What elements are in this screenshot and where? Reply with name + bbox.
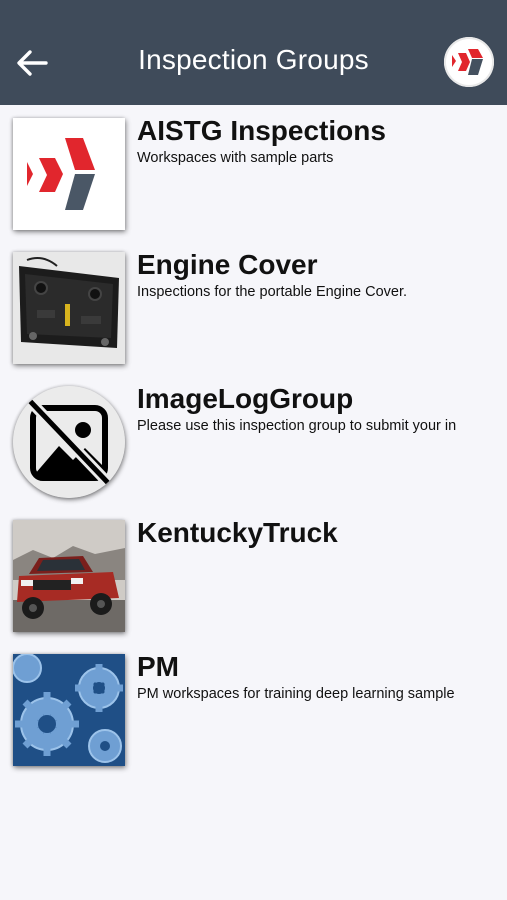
red-pickup-truck-photo: [13, 520, 125, 632]
list-item-kentuckytruck[interactable]: KentuckyTruck: [0, 507, 507, 632]
brand-logo-thumbnail: [13, 118, 125, 230]
group-description: Please use this inspection group to subm…: [137, 418, 457, 434]
group-name: PM: [137, 651, 179, 682]
list-item-aistg-inspections[interactable]: AISTG Inspections Workspaces with sample…: [0, 105, 507, 230]
app-header: Inspection Groups: [0, 0, 507, 105]
group-description: Inspections for the portable Engine Cove…: [137, 284, 408, 300]
group-name: Engine Cover: [137, 249, 318, 280]
list-item-engine-cover[interactable]: Engine Cover Inspections for the portabl…: [0, 239, 507, 364]
group-description: PM workspaces for training deep learning…: [137, 686, 455, 702]
group-name: KentuckyTruck: [137, 517, 338, 548]
no-image-icon: [13, 386, 125, 498]
brand-logo-button[interactable]: [444, 37, 494, 87]
brand-logo-icon: [452, 49, 483, 75]
list-item-imageloggroup[interactable]: ImageLogGroup Please use this inspection…: [0, 373, 507, 498]
blue-gears-photo: [13, 654, 125, 766]
page-title: Inspection Groups: [138, 44, 369, 75]
engine-cover-photo: [13, 252, 125, 364]
group-name: AISTG Inspections: [137, 115, 386, 146]
group-description: Workspaces with sample parts: [137, 150, 334, 166]
list-item-pm[interactable]: PM PM workspaces for training deep learn…: [0, 641, 507, 766]
group-name: ImageLogGroup: [137, 383, 354, 414]
